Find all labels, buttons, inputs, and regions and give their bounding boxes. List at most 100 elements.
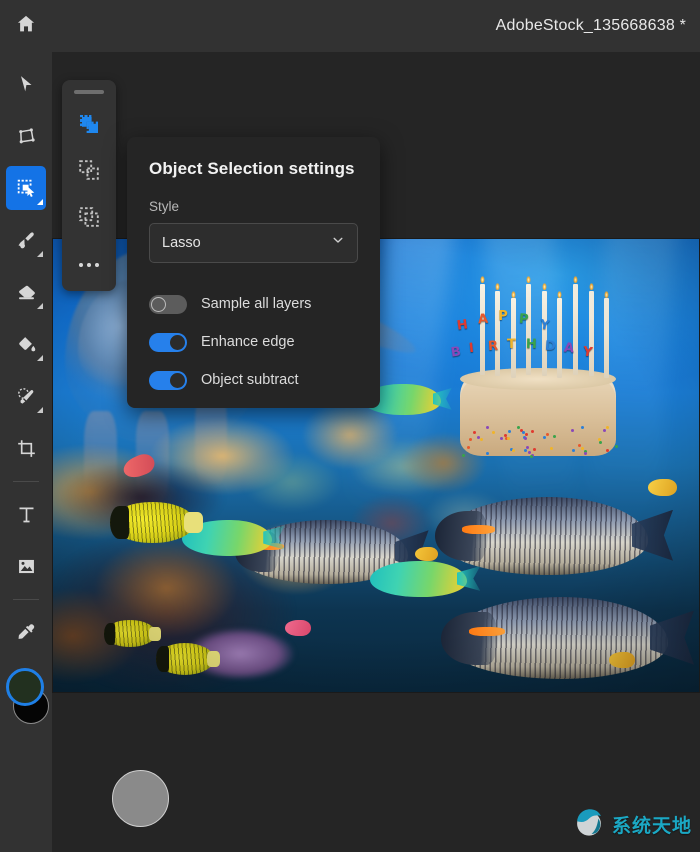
fish-eye-band — [156, 646, 169, 671]
home-button[interactable] — [0, 0, 52, 52]
fish-tail — [149, 627, 160, 641]
crop-tool[interactable] — [6, 426, 46, 470]
title-bar: AdobeStock_135668638 * — [0, 0, 700, 52]
toggle-row-sample-all-layers[interactable]: Sample all layers — [149, 285, 358, 323]
parrotfish — [370, 561, 467, 597]
cake-candle — [589, 291, 594, 377]
object-subtract-switch[interactable] — [149, 371, 187, 390]
candle-flame — [542, 281, 547, 290]
document-title: AdobeStock_135668638 * — [496, 17, 686, 35]
object-subtract-label: Object subtract — [201, 372, 299, 388]
color-swatches[interactable] — [3, 666, 49, 732]
enhance-edge-label: Enhance edge — [201, 334, 295, 350]
cake-letter: H — [526, 337, 537, 352]
candle-flame — [480, 274, 485, 283]
tool-flyout-indicator — [37, 407, 43, 413]
cake-letter: P — [498, 309, 508, 324]
toolbar-divider — [13, 481, 39, 482]
cake-sprinkle — [584, 452, 587, 455]
cake-letter: B — [450, 344, 462, 360]
panel-title: Object Selection settings — [149, 159, 358, 179]
transform-tool[interactable] — [6, 114, 46, 158]
fish-stripe — [462, 525, 495, 534]
object-selection-icon — [15, 177, 37, 199]
subtract-from-selection-mode[interactable] — [68, 198, 110, 239]
move-tool[interactable] — [6, 62, 46, 106]
eyedropper-icon — [16, 622, 37, 643]
brush-tool[interactable] — [6, 218, 46, 262]
cake-candle — [557, 298, 562, 378]
butterflyfish — [104, 620, 156, 647]
new-selection-mode[interactable] — [68, 106, 110, 147]
photoshop-app-window: AdobeStock_135668638 * — [0, 0, 700, 852]
toggle-row-enhance-edge[interactable]: Enhance edge — [149, 323, 358, 361]
cursor-arrow-icon — [16, 74, 36, 94]
style-label: Style — [149, 199, 358, 214]
toggle-row-object-subtract[interactable]: Object subtract — [149, 361, 358, 399]
cake-candle — [495, 291, 500, 377]
cake-letter: Y — [582, 344, 593, 360]
fish-stripe — [469, 627, 504, 636]
add-to-selection-icon — [77, 158, 101, 187]
chevron-down-icon — [331, 233, 345, 251]
cake-candle — [480, 284, 485, 375]
eyedropper-tool[interactable] — [6, 610, 46, 654]
drag-handle[interactable] — [74, 90, 104, 94]
cake-sprinkle — [504, 434, 507, 437]
cake-sprinkle — [572, 449, 575, 452]
tool-flyout-indicator — [37, 303, 43, 309]
cake-candle — [604, 298, 609, 378]
tool-options-bar[interactable] — [62, 80, 116, 291]
cake-candle — [542, 291, 547, 377]
cake-sprinkle — [525, 433, 528, 436]
watermark: 系统天地 — [572, 805, 692, 844]
enhance-edge-switch[interactable] — [149, 333, 187, 352]
anthias-fish — [285, 620, 311, 635]
anthias-fish — [648, 479, 677, 495]
watermark-logo-icon — [572, 805, 606, 844]
fish-tail — [184, 512, 203, 533]
foreground-color-swatch[interactable] — [6, 668, 44, 706]
image-icon — [16, 556, 37, 577]
fish-tail — [207, 651, 220, 668]
surgeonfish — [447, 597, 667, 679]
add-to-selection-mode[interactable] — [68, 152, 110, 193]
fish-head — [441, 612, 498, 664]
cake-sprinkle — [533, 448, 536, 451]
style-dropdown-value: Lasso — [162, 235, 201, 251]
eraser-tool[interactable] — [6, 270, 46, 314]
paint-bucket-icon — [16, 334, 37, 355]
cake-letter: A — [477, 311, 488, 327]
style-dropdown[interactable]: Lasso — [149, 223, 358, 263]
object-selection-tool[interactable] — [6, 166, 46, 210]
cake-letter: A — [563, 341, 575, 357]
butterflyfish — [156, 643, 214, 675]
switch-knob — [151, 297, 166, 312]
butterflyfish — [110, 502, 194, 543]
anthias-fish — [609, 652, 635, 667]
cake-sprinkle — [467, 446, 470, 449]
cake-sprinkle — [480, 438, 483, 441]
sample-all-layers-label: Sample all layers — [201, 296, 311, 312]
cake-letter: Y — [539, 317, 550, 333]
object-selection-settings-panel: Object Selection settings Style Lasso Sa… — [127, 137, 380, 408]
surgeonfish — [441, 497, 648, 574]
fish-eye-band — [104, 623, 115, 645]
sample-all-layers-switch[interactable] — [149, 295, 187, 314]
fish-head — [435, 511, 489, 561]
candle-flame — [511, 289, 516, 298]
place-image-tool[interactable] — [6, 544, 46, 588]
fish-eye-band — [110, 506, 129, 539]
watermark-text: 系统天地 — [612, 811, 692, 838]
brush-size-preview[interactable] — [112, 770, 169, 827]
spot-healing-brush-icon — [16, 386, 37, 407]
more-options[interactable] — [68, 245, 110, 286]
text-tool[interactable] — [6, 492, 46, 536]
paint-bucket-tool[interactable] — [6, 322, 46, 366]
new-selection-icon — [77, 112, 101, 141]
cake-sprinkle — [603, 429, 606, 432]
cake-letter: P — [518, 312, 529, 328]
healing-brush-tool[interactable] — [6, 374, 46, 418]
cake-letter: H — [456, 317, 469, 333]
cake-letter: R — [488, 338, 499, 354]
